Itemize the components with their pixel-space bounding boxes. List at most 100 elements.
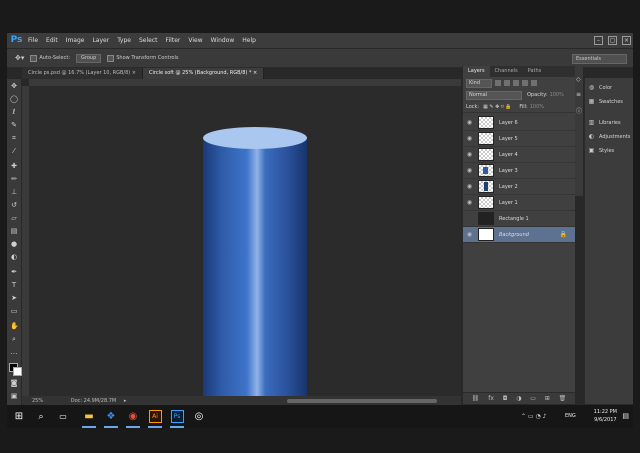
layer-row[interactable]: ◉ Layer 3	[463, 163, 575, 179]
edit-toolbar-icon[interactable]: …	[10, 349, 18, 356]
task-view-icon[interactable]: ▭	[53, 405, 73, 428]
smart-object-filter-icon[interactable]	[531, 80, 537, 86]
eraser-icon[interactable]: ▱	[10, 215, 18, 222]
photoshop-taskbar-icon[interactable]: Ps	[167, 405, 187, 428]
type-tool-icon[interactable]: T	[10, 282, 18, 289]
quick-select-icon[interactable]: ✎	[10, 122, 18, 129]
folder-icon[interactable]: ▭	[530, 395, 536, 402]
visibility-eye-icon[interactable]: ◉	[465, 135, 474, 142]
visibility-eye-icon[interactable]: ◉	[465, 199, 474, 206]
dock-libraries[interactable]: ▥ Libraries	[585, 118, 633, 127]
mask-icon[interactable]: ◘	[503, 395, 508, 402]
language-indicator[interactable]: ENG	[565, 413, 576, 419]
adjustment-filter-icon[interactable]	[504, 80, 510, 86]
link-icon[interactable]: ⛓	[472, 395, 480, 402]
blur-tool-icon[interactable]: ●	[10, 241, 18, 248]
dodge-tool-icon[interactable]: ◐	[10, 254, 18, 261]
filter-kind-dropdown[interactable]: Kind	[466, 78, 492, 88]
zoom-tool-icon[interactable]: ⌕	[10, 336, 18, 343]
layer-row[interactable]: ◉ Layer 1	[463, 195, 575, 211]
fill-field[interactable]: 100%	[530, 104, 544, 110]
workspace-dropdown[interactable]: Essentials	[572, 54, 627, 64]
notifications-icon[interactable]: ▤	[622, 412, 629, 420]
trash-icon[interactable]: 🗑	[559, 395, 567, 402]
visibility-eye-icon[interactable]: ◉	[465, 151, 474, 158]
search-icon[interactable]: ⌕	[31, 405, 51, 428]
document-canvas[interactable]	[29, 86, 461, 413]
maximize-button[interactable]: ▢	[608, 36, 617, 45]
dock-styles[interactable]: ▣ Styles	[585, 146, 633, 155]
history-icon[interactable]: ◇	[576, 76, 581, 83]
screen-mode-icon[interactable]: ▣	[10, 393, 18, 400]
clone-stamp-icon[interactable]: ⊥	[10, 189, 18, 196]
eyedropper-icon[interactable]: ⁄	[10, 148, 18, 155]
path-select-icon[interactable]: ➤	[10, 295, 18, 302]
crop-tool-icon[interactable]: ⌗	[10, 135, 18, 142]
file-explorer-icon[interactable]: ▬	[79, 405, 99, 428]
dock-adjustments[interactable]: ◐ Adjustments	[585, 132, 633, 141]
history-brush-icon[interactable]: ↺	[10, 202, 18, 209]
visibility-eye-icon[interactable]: ◉	[465, 167, 474, 174]
menu-filter[interactable]: Filter	[162, 33, 185, 48]
menu-type[interactable]: Type	[113, 33, 135, 48]
shape-tool-icon[interactable]: ▭	[10, 308, 18, 315]
tab-circle-ps[interactable]: Circle ps.psd @ 16.7% (Layer 10, RGB/8) …	[22, 68, 143, 79]
layer-row[interactable]: ◉ Layer 6	[463, 115, 575, 131]
shape-filter-icon[interactable]	[522, 80, 528, 86]
pixel-filter-icon[interactable]	[495, 80, 501, 86]
hand-tool-icon[interactable]: ✋	[10, 323, 19, 330]
dropbox-icon[interactable]: ❖	[101, 405, 121, 428]
move-tool-icon[interactable]: ✥	[10, 83, 18, 90]
healing-brush-icon[interactable]: ✚	[10, 163, 18, 170]
lock-pixels-icon[interactable]: ▦ ✎ ✥ ⌑ 🔒	[483, 104, 511, 110]
horizontal-scrollbar[interactable]	[287, 399, 437, 403]
info-icon[interactable]: ⓘ	[576, 106, 582, 115]
tab-layers[interactable]: Layers	[463, 66, 490, 77]
layer-row[interactable]: ◉ Rectangle 1	[463, 211, 575, 227]
menu-select[interactable]: Select	[135, 33, 162, 48]
menu-help[interactable]: Help	[238, 33, 260, 48]
layer-row[interactable]: ◉ Layer 2	[463, 179, 575, 195]
type-filter-icon[interactable]	[513, 80, 519, 86]
chrome-icon[interactable]: ◉	[123, 405, 143, 428]
tab-channels[interactable]: Channels	[490, 66, 523, 77]
taskbar-clock[interactable]: 11:22 PM 9/6/2017	[594, 408, 617, 424]
show-transform-checkbox[interactable]	[107, 54, 115, 62]
new-layer-icon[interactable]: ⊞	[545, 395, 550, 402]
opacity-field[interactable]: 100%	[550, 92, 564, 98]
layer-row[interactable]: ◉ Layer 4	[463, 147, 575, 163]
move-tool-icon[interactable]: ✥▾	[15, 54, 24, 62]
brush-tool-icon[interactable]: ✏	[10, 176, 18, 183]
pen-tool-icon[interactable]: ✒	[10, 269, 18, 276]
adjustment-icon[interactable]: ◑	[516, 395, 521, 402]
auto-select-dropdown[interactable]: Group	[76, 53, 102, 63]
tray-icons[interactable]: ⌃ ▭ ◔ ♪	[521, 413, 546, 420]
tab-paths[interactable]: Paths	[523, 66, 547, 77]
minimize-button[interactable]: –	[594, 36, 603, 45]
auto-select-checkbox[interactable]	[30, 54, 38, 62]
windows-start-icon[interactable]: ⊞	[9, 405, 29, 428]
gradient-tool-icon[interactable]: ▤	[10, 228, 18, 235]
properties-icon[interactable]: ≡	[576, 91, 581, 98]
menu-file[interactable]: File	[24, 33, 42, 48]
dock-color[interactable]: ◍ Color	[585, 83, 633, 92]
illustrator-icon[interactable]: Ai	[145, 405, 165, 428]
menu-layer[interactable]: Layer	[88, 33, 113, 48]
tab-circle-soft[interactable]: Circle soft @ 25% (Background, RGB/8) * …	[143, 68, 265, 79]
background-color-swatch[interactable]	[13, 367, 22, 376]
app-circle-icon[interactable]: ◎	[189, 405, 209, 428]
dock-swatches[interactable]: ▦ Swatches	[585, 97, 633, 106]
visibility-eye-icon[interactable]: ◉	[465, 215, 474, 222]
menu-image[interactable]: Image	[62, 33, 89, 48]
menu-window[interactable]: Window	[207, 33, 239, 48]
status-arrow-icon[interactable]: ▸	[124, 398, 127, 404]
doc-size[interactable]: Doc: 24.9M/28.7M	[71, 398, 117, 404]
close-button[interactable]: ×	[622, 36, 631, 45]
visibility-eye-icon[interactable]: ◉	[465, 231, 474, 238]
marquee-tool-icon[interactable]: ◯	[10, 96, 18, 103]
menu-edit[interactable]: Edit	[42, 33, 62, 48]
quick-mask-icon[interactable]: ◙	[10, 380, 18, 387]
zoom-level[interactable]: 25%	[32, 398, 43, 404]
layer-row[interactable]: ◉ Layer 5	[463, 131, 575, 147]
visibility-eye-icon[interactable]: ◉	[465, 119, 474, 126]
